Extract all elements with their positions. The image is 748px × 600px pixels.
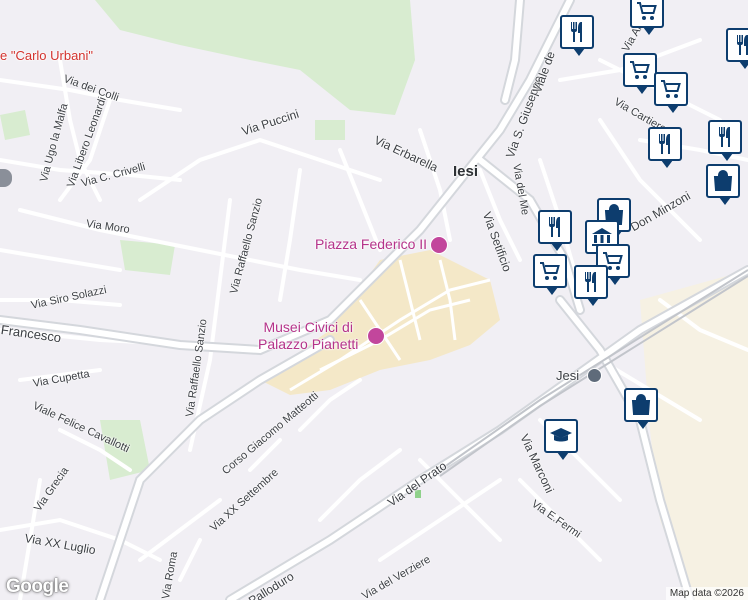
restaurant-icon: [571, 22, 582, 42]
google-logo[interactable]: Google: [6, 576, 69, 598]
poi-musei-civici[interactable]: Musei Civici di Palazzo Pianetti: [258, 319, 358, 353]
shopping-bag-marker[interactable]: [624, 388, 658, 429]
label-carlo-urbani: e "Carlo Urbani": [0, 48, 94, 63]
poi-piazza-federico-ii[interactable]: Piazza Federico II: [315, 236, 427, 253]
shopping-bag-icon: [713, 170, 733, 191]
shopping-cart-marker[interactable]: [623, 53, 657, 94]
restaurant-icon: [585, 272, 596, 292]
shopping-bag-icon: [631, 394, 651, 415]
shopping-cart-marker[interactable]: [533, 254, 567, 295]
map-canvas[interactable]: e "Carlo Urbani" Via dei Colli Via Ugo l…: [0, 0, 748, 600]
school-marker[interactable]: [544, 419, 578, 460]
label-jesi-station: Jesi: [556, 368, 580, 383]
shopping-cart-icon: [661, 80, 681, 98]
shopping-cart-icon: [540, 262, 560, 280]
restaurant-marker[interactable]: [708, 120, 742, 161]
restaurant-marker[interactable]: [574, 265, 608, 306]
graduation-cap-icon: [550, 428, 572, 442]
poi-camera-icon[interactable]: [430, 236, 448, 254]
shopping-cart-marker[interactable]: [654, 72, 688, 113]
shopping-cart-marker[interactable]: [630, 0, 664, 35]
restaurant-marker[interactable]: [560, 15, 594, 56]
shopping-cart-icon: [630, 61, 650, 79]
label-town-iesi: Iesi: [453, 163, 479, 180]
restaurant-icon: [719, 127, 730, 147]
restaurant-icon: [737, 35, 748, 55]
poi-museum-icon[interactable]: [367, 327, 385, 345]
restaurant-marker[interactable]: [648, 127, 682, 168]
restaurant-marker[interactable]: [726, 28, 748, 69]
restaurant-icon: [659, 134, 670, 154]
restaurant-icon: [549, 217, 560, 237]
shopping-cart-icon: [637, 2, 657, 20]
train-station-icon[interactable]: [587, 368, 602, 383]
shopping-bag-marker[interactable]: [706, 164, 740, 205]
restaurant-marker[interactable]: [538, 210, 572, 251]
map-attribution[interactable]: Map data ©2026: [665, 587, 748, 600]
